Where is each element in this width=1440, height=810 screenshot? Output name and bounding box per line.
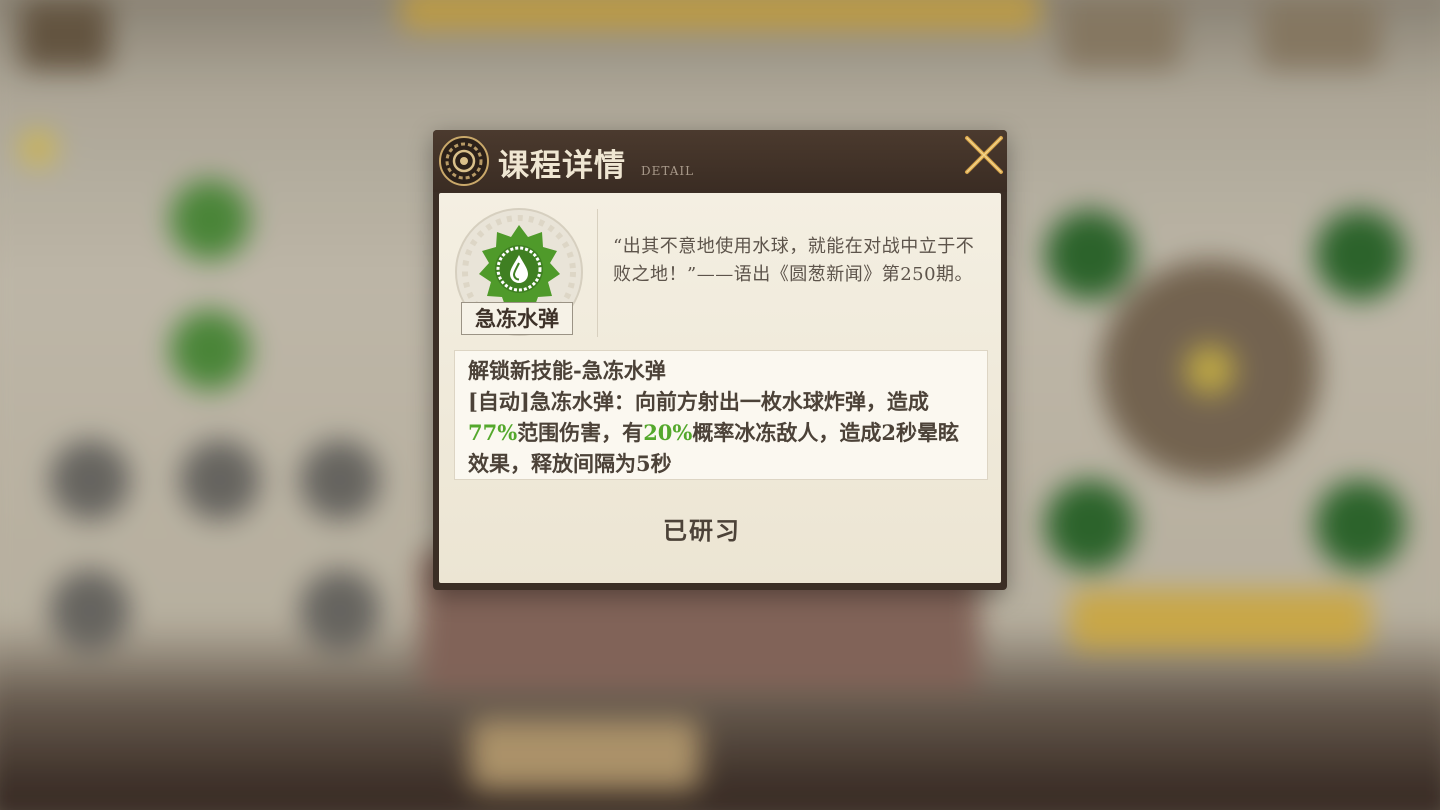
description-title: 解锁新技能-急冻水弹 bbox=[468, 358, 666, 383]
skill-description-box: 解锁新技能-急冻水弹 [自动]急冻水弹：向前方射出一枚水球炸弹，造成 77%范围伤… bbox=[454, 350, 988, 480]
flavor-quote: “出其不意地使用水球，就能在对战中立于不败之地！”——语出《圆葱新闻》第250期… bbox=[613, 236, 975, 285]
close-icon bbox=[965, 136, 1003, 174]
description-prefix: [自动]急冻水弹：向前方射出一枚水球炸弹，造成 bbox=[468, 389, 929, 414]
skill-name-label: 急冻水弹 bbox=[461, 302, 573, 335]
course-detail-dialog: 课程详情 DETAIL 急冻水弹 “出其不意地使用水球，就能在对战中立于不败之地… bbox=[433, 130, 1007, 590]
dialog-header: 课程详情 DETAIL bbox=[433, 130, 1007, 192]
divider bbox=[597, 209, 598, 337]
dialog-title: 课程详情 bbox=[498, 148, 626, 184]
researched-status-label: 已研习 bbox=[663, 516, 741, 545]
freeze-chance-value: 20% bbox=[643, 420, 693, 445]
description-text: [自动]急冻水弹：向前方射出一枚水球炸弹，造成77%范围伤害，有20%概率冰冻敌… bbox=[468, 386, 974, 479]
damage-percent-value: 77% bbox=[468, 420, 518, 445]
close-button[interactable] bbox=[959, 130, 1009, 178]
description-middle: 范围伤害，有 bbox=[517, 420, 644, 445]
dialog-body: 急冻水弹 “出其不意地使用水球，就能在对战中立于不败之地！”——语出《圆葱新闻》… bbox=[439, 193, 1001, 583]
gear-emblem-icon bbox=[439, 136, 489, 186]
game-screen: 课程详情 DETAIL 急冻水弹 “出其不意地使用水球，就能在对战中立于不败之地… bbox=[0, 0, 1440, 810]
dialog-subtitle: DETAIL bbox=[641, 164, 695, 178]
